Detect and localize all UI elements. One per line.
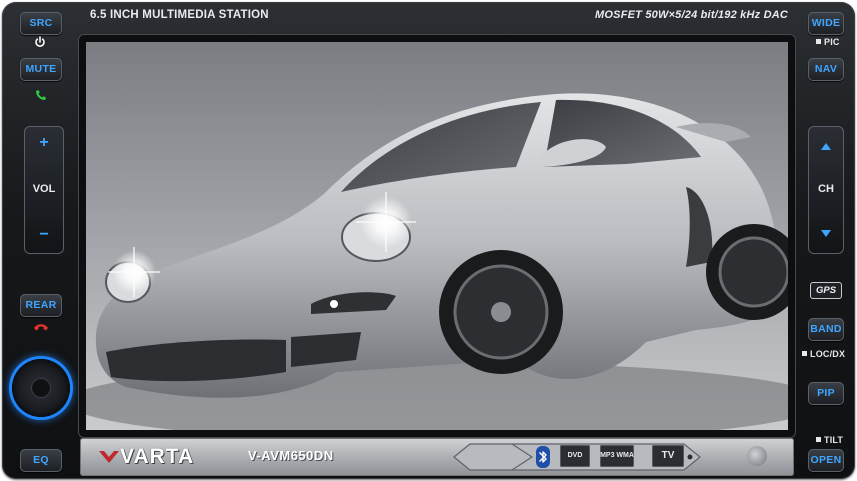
phone-call-icon[interactable] (34, 88, 48, 102)
bluetooth-icon (536, 446, 550, 468)
amp-spec: MOSFET 50W×5/24 bit/192 kHz DAC (595, 9, 788, 21)
channel-label: CH (818, 183, 834, 195)
chevron-up-icon[interactable] (820, 142, 832, 151)
nav-button[interactable]: NAV (808, 58, 844, 81)
ir-sensor (747, 446, 767, 466)
loc-dx-label: LOC/DX (802, 349, 845, 359)
pic-label: PIC (816, 37, 840, 47)
eq-button[interactable]: EQ (20, 449, 62, 472)
phone-hangup-icon[interactable] (33, 322, 49, 332)
mute-button[interactable]: MUTE (20, 58, 62, 81)
car-wallpaper (86, 42, 788, 430)
brand-logo: VARTA (98, 445, 195, 468)
tilt-label: TILT (816, 435, 843, 445)
touch-screen[interactable] (86, 42, 788, 430)
rear-button[interactable]: REAR (20, 294, 62, 317)
model-title: 6.5 INCH MULTIMEDIA STATION (90, 9, 269, 21)
mp3-wma-badge: MP3 WMA (600, 445, 634, 467)
knob-center (31, 378, 51, 398)
tv-badge: TV (652, 445, 684, 467)
display-bezel (78, 34, 796, 438)
top-bar: 6.5 INCH MULTIMEDIA STATION MOSFET 50W×5… (84, 4, 788, 28)
model-number: V-AVM650DN (248, 448, 334, 463)
volume-knob[interactable] (12, 359, 70, 417)
open-button[interactable]: OPEN (808, 449, 844, 472)
volume-up-button[interactable]: + (24, 134, 64, 152)
bottom-strip: VARTA V-AVM650DN DVD MP3 WMA TV (80, 438, 794, 476)
src-button[interactable]: SRC (20, 12, 62, 35)
brand-name: VARTA (120, 445, 195, 468)
volume-rocker[interactable]: + VOL − (24, 126, 64, 254)
pip-button[interactable]: PIP (808, 382, 844, 405)
wide-button[interactable]: WIDE (808, 12, 844, 35)
power-icon[interactable] (34, 36, 46, 48)
head-unit-chassis: 6.5 INCH MULTIMEDIA STATION MOSFET 50W×5… (2, 2, 855, 479)
band-button[interactable]: BAND (808, 318, 844, 341)
gps-badge: GPS (810, 282, 842, 299)
volume-label: VOL (32, 183, 56, 195)
volume-down-button[interactable]: − (24, 226, 64, 244)
dvd-badge: DVD (560, 445, 590, 467)
chevron-down-icon[interactable] (820, 229, 832, 238)
varta-chevron-icon (99, 451, 119, 463)
channel-rocker[interactable]: CH (808, 126, 844, 254)
